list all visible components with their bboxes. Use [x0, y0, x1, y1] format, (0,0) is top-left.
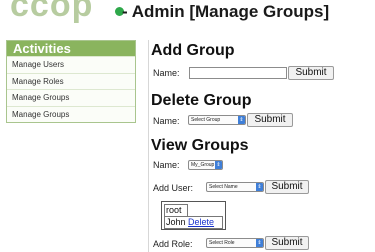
- add-role-select[interactable]: Select Role ⇕: [206, 238, 264, 248]
- delete-user-link[interactable]: Delete: [188, 217, 214, 227]
- table-row-john: John Delete: [164, 216, 223, 229]
- delete-group-heading: Delete Group: [151, 92, 252, 109]
- logo-text: ccop: [10, 0, 94, 24]
- user-name-cell: root: [166, 205, 182, 215]
- add-role-label: Add Role:: [153, 239, 193, 249]
- up-down-arrows-icon: ⇕: [256, 239, 263, 247]
- add-user-label: Add User:: [153, 183, 194, 193]
- user-name-cell: John: [166, 217, 186, 227]
- up-down-arrows-icon: ⇕: [256, 183, 263, 191]
- delete-group-select-value: Select Group: [191, 117, 221, 123]
- up-down-arrows-icon: ⇕: [238, 116, 245, 124]
- sidebar-item-manage-groups-2[interactable]: Manage Groups: [7, 105, 135, 122]
- view-groups-heading: View Groups: [151, 137, 249, 154]
- sidebar-item-manage-roles[interactable]: Manage Roles: [7, 72, 135, 89]
- add-user-submit-button[interactable]: Submit: [265, 180, 309, 194]
- add-role-select-value: Select Role: [209, 240, 235, 246]
- sidebar-item-manage-users[interactable]: Manage Users: [7, 56, 135, 73]
- delete-group-select[interactable]: Select Group ⇕: [188, 115, 246, 125]
- view-groups-select-value: My_Group: [191, 162, 215, 168]
- add-user-select-value: Select Name: [209, 184, 238, 190]
- delete-group-name-label: Name:: [153, 116, 180, 126]
- delete-group-submit-button[interactable]: Submit: [247, 113, 293, 127]
- add-group-name-input[interactable]: [189, 67, 287, 79]
- app-logo: ccop: [10, 0, 124, 24]
- add-group-heading: Add Group: [151, 42, 235, 59]
- add-user-select[interactable]: Select Name ⇕: [206, 182, 264, 192]
- up-down-arrows-icon: ⇕: [215, 161, 222, 169]
- view-groups-select[interactable]: My_Group ⇕: [188, 160, 223, 170]
- group-users-table: root John Delete: [161, 201, 226, 230]
- sidebar-item-manage-groups[interactable]: Manage Groups: [7, 89, 135, 106]
- add-group-name-label: Name:: [153, 68, 180, 78]
- add-group-submit-button[interactable]: Submit: [288, 66, 334, 80]
- header-bar: ccop - Admin [Manage Groups]: [0, 0, 375, 28]
- page-title: - Admin [Manage Groups]: [122, 2, 330, 21]
- sidebar-title: Activities: [7, 41, 135, 56]
- add-role-submit-button[interactable]: Submit: [265, 236, 309, 250]
- activities-sidebar: Activities Manage Users Manage Roles Man…: [6, 40, 136, 123]
- view-groups-name-label: Name:: [153, 160, 180, 170]
- main-content: Add Group Name: Submit Delete Group Name…: [148, 40, 371, 252]
